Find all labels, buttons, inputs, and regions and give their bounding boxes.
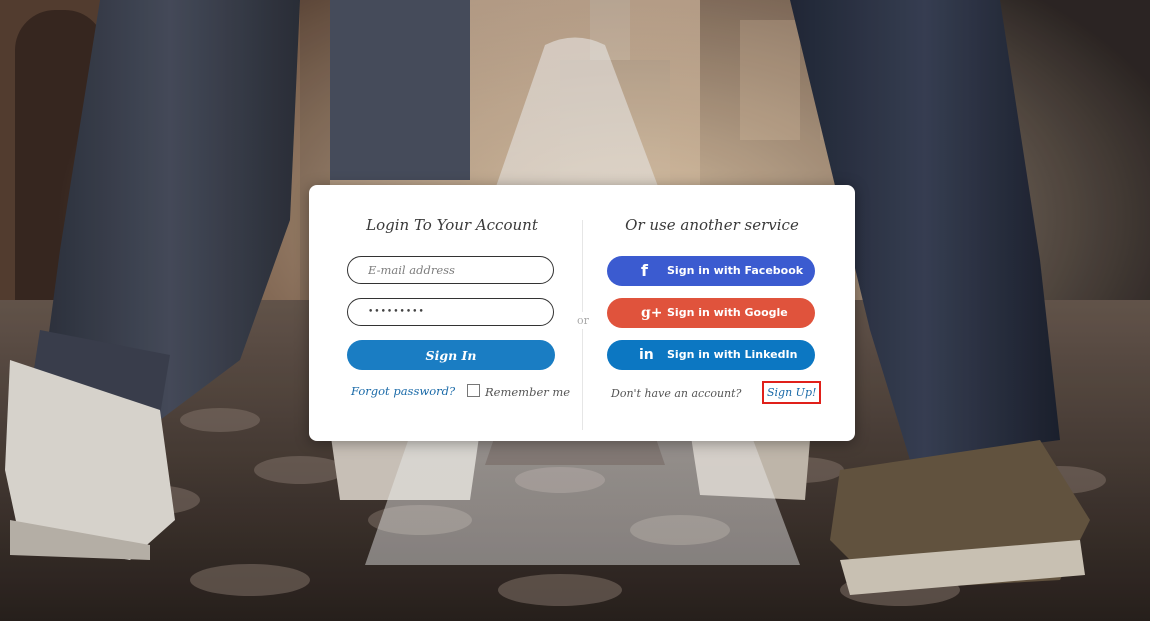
login-options-row: Forgot password? Remember me — [351, 384, 571, 400]
linkedin-icon: in — [639, 347, 654, 363]
google-plus-icon: g+ — [641, 305, 663, 321]
signup-row: Don't have an account? Sign Up! — [611, 381, 822, 404]
facebook-sign-in-label: Sign in with Facebook — [667, 264, 804, 277]
login-card: Login To Your Account Sign In Forgot pas… — [309, 185, 855, 441]
no-account-prompt: Don't have an account? — [611, 387, 742, 400]
email-field[interactable] — [347, 256, 554, 284]
or-divider-label: or — [573, 312, 593, 329]
sign-up-link[interactable]: Sign Up! — [762, 381, 822, 404]
forgot-password-link[interactable]: Forgot password? — [351, 384, 455, 398]
linkedin-sign-in-label: Sign in with LinkedIn — [667, 348, 798, 361]
login-page: Login To Your Account Sign In Forgot pas… — [0, 0, 1150, 621]
facebook-sign-in-button[interactable]: f Sign in with Facebook — [607, 256, 815, 286]
sign-in-button[interactable]: Sign In — [347, 340, 555, 370]
linkedin-sign-in-button[interactable]: in Sign in with LinkedIn — [607, 340, 815, 370]
remember-me-label: Remember me — [485, 385, 571, 399]
google-sign-in-button[interactable]: g+ Sign in with Google — [607, 298, 815, 328]
remember-me-option[interactable]: Remember me — [467, 384, 570, 399]
remember-me-checkbox[interactable] — [467, 384, 480, 397]
password-field[interactable] — [347, 298, 554, 326]
social-login-title: Or use another service — [625, 216, 799, 234]
google-sign-in-label: Sign in with Google — [667, 306, 788, 319]
login-title: Login To Your Account — [366, 216, 538, 234]
facebook-icon: f — [641, 261, 648, 280]
